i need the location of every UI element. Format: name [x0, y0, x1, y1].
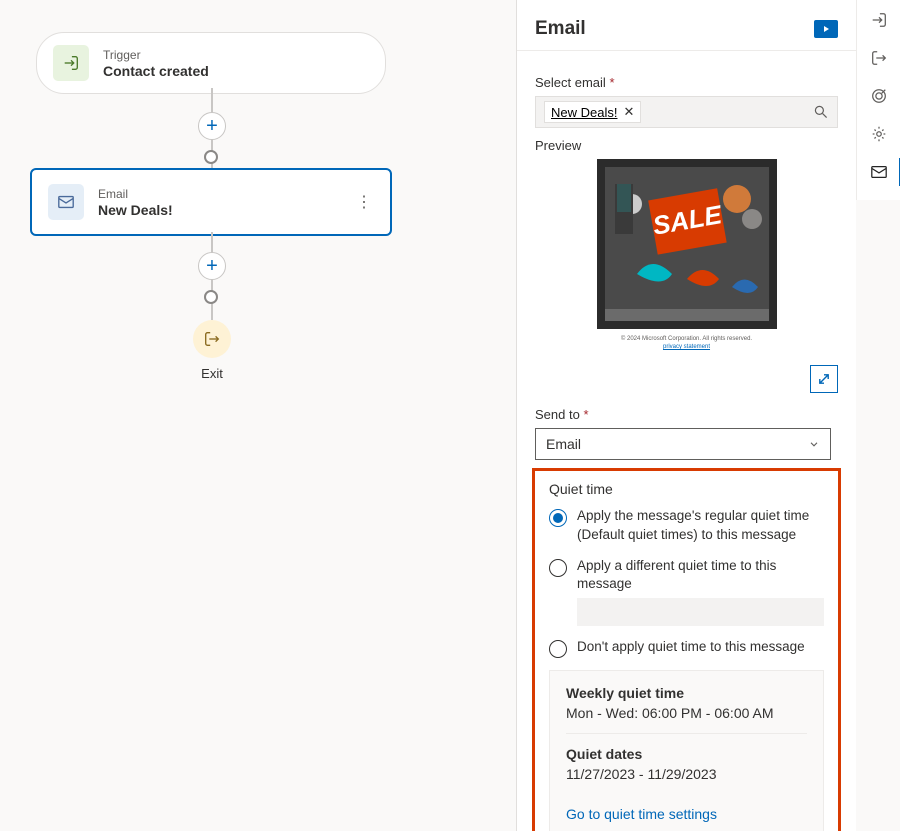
- email-node[interactable]: Email New Deals! ⋮: [30, 168, 392, 236]
- quiet-summary: Weekly quiet time Mon - Wed: 06:00 PM - …: [549, 670, 824, 831]
- connector-endpoint: [204, 290, 218, 304]
- send-to-select[interactable]: Email: [535, 428, 831, 460]
- exit-node: Exit: [192, 320, 232, 381]
- trigger-title: Contact created: [103, 63, 209, 79]
- trigger-label: Trigger: [103, 48, 209, 62]
- send-to-label: Send to *: [535, 407, 838, 422]
- exit-label: Exit: [192, 366, 232, 381]
- expand-preview-button[interactable]: [810, 365, 838, 393]
- rail-goal-icon[interactable]: [869, 86, 889, 106]
- panel-title: Email: [535, 18, 814, 40]
- rail-settings-icon[interactable]: [869, 124, 889, 144]
- radio-checked-icon[interactable]: [549, 509, 567, 527]
- quiet-option-none[interactable]: Don't apply quiet time to this message: [549, 638, 824, 658]
- properties-panel: Email Select email * New Deals! ✕ Previe…: [516, 0, 856, 831]
- email-node-label: Email: [98, 187, 173, 201]
- quiet-dates-title: Quiet dates: [566, 746, 807, 762]
- add-step-button[interactable]: +: [198, 112, 226, 140]
- quiet-settings-link[interactable]: Go to quiet time settings: [566, 806, 807, 828]
- email-chip: New Deals! ✕: [544, 101, 641, 123]
- trigger-node[interactable]: Trigger Contact created: [36, 32, 386, 94]
- rail-exit-icon[interactable]: [869, 48, 889, 68]
- connector-endpoint: [204, 150, 218, 164]
- search-icon[interactable]: [813, 104, 829, 120]
- exit-icon: [193, 320, 231, 358]
- remove-chip-icon[interactable]: ✕: [623, 104, 634, 120]
- chevron-down-icon: [808, 438, 820, 450]
- preview-image: SALE: [597, 159, 777, 329]
- email-chip-name[interactable]: New Deals!: [551, 105, 617, 120]
- enter-icon: [53, 45, 89, 81]
- weekly-quiet-value: Mon - Wed: 06:00 PM - 06:00 AM: [566, 705, 807, 721]
- select-email-label: Select email *: [535, 75, 838, 90]
- quiet-option-different[interactable]: Apply a different quiet time to this mes…: [549, 557, 824, 595]
- quiet-time-section: Quiet time Apply the message's regular q…: [532, 468, 841, 831]
- select-email-input[interactable]: New Deals! ✕: [535, 96, 838, 128]
- preview-caption: © 2024 Microsoft Corporation. All rights…: [535, 335, 838, 352]
- envelope-icon: [48, 184, 84, 220]
- add-step-button[interactable]: +: [198, 252, 226, 280]
- quiet-option-regular[interactable]: Apply the message's regular quiet time (…: [549, 507, 824, 545]
- quiet-time-title: Quiet time: [549, 481, 824, 497]
- rail-enter-icon[interactable]: [869, 10, 889, 30]
- weekly-quiet-title: Weekly quiet time: [566, 685, 807, 701]
- right-rail: [856, 0, 900, 200]
- node-more-button[interactable]: ⋮: [354, 192, 374, 212]
- radio-icon[interactable]: [549, 640, 567, 658]
- radio-icon[interactable]: [549, 559, 567, 577]
- rail-email-icon[interactable]: [869, 162, 889, 182]
- preview-box: SALE © 2024 Microsoft Corporation. All r…: [535, 159, 838, 393]
- journey-canvas: Trigger Contact created + Email New Deal…: [0, 0, 516, 831]
- send-to-value: Email: [546, 436, 581, 452]
- quiet-dates-value: 11/27/2023 - 11/29/2023: [566, 766, 807, 782]
- different-quiet-select-disabled: [577, 598, 824, 626]
- test-send-button[interactable]: [814, 20, 838, 38]
- email-node-title: New Deals!: [98, 202, 173, 218]
- panel-header: Email: [517, 0, 856, 51]
- preview-label: Preview: [535, 138, 838, 153]
